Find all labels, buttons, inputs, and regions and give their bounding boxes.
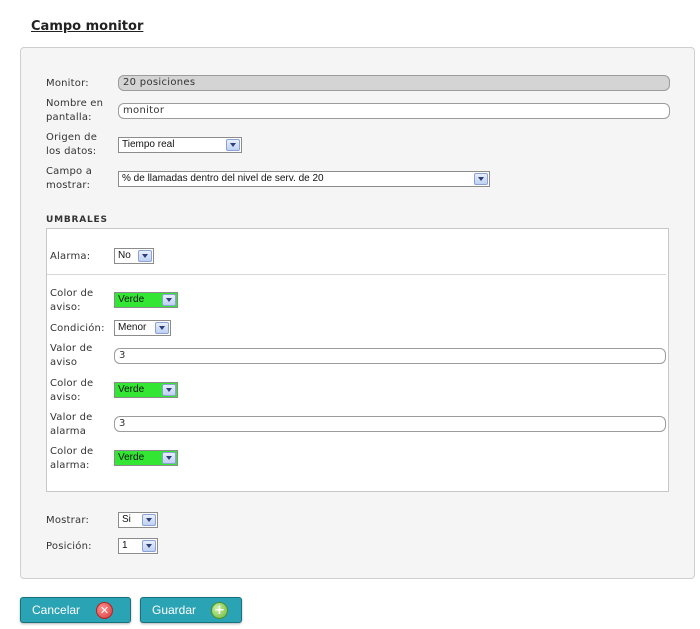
color-alarma-label-line1: Color de [50, 446, 94, 457]
chevron-down-icon[interactable] [138, 250, 152, 262]
save-button[interactable]: Guardar + [140, 597, 242, 623]
origen-select-value: Tiempo real [122, 139, 175, 150]
alarma-select[interactable]: No [114, 248, 154, 264]
color-aviso-2-label-line1: Color de [50, 378, 94, 389]
valor-aviso-label: Valor de aviso [50, 342, 92, 370]
close-circle-icon: ✕ [96, 602, 113, 619]
color-aviso-2-select-value: Verde [118, 384, 145, 395]
posicion-select-value: 1 [122, 540, 128, 551]
chevron-down-icon[interactable] [162, 294, 176, 306]
origen-select[interactable]: Tiempo real [118, 137, 242, 153]
valor-aviso-label-line2: aviso [50, 357, 78, 368]
condicion-select-value: Menor [118, 322, 147, 333]
origen-label-line1: Origen de [46, 132, 98, 143]
plus-circle-icon: + [211, 602, 228, 619]
alarma-select-value: No [118, 250, 131, 261]
monitor-label: Monitor: [46, 78, 89, 89]
nombre-label: Nombre en pantalla: [46, 97, 103, 125]
valor-alarma-label-line1: Valor de [50, 412, 93, 423]
color-aviso-1-select-value: Verde [118, 294, 145, 305]
chevron-down-icon[interactable] [226, 139, 240, 151]
valor-alarma-label: Valor de alarma [50, 411, 92, 439]
campo-select-value: % de llamadas dentro del nivel de serv. … [122, 173, 324, 184]
chevron-down-icon[interactable] [155, 322, 169, 334]
color-aviso-2-label-line2: aviso: [50, 392, 81, 403]
chevron-down-icon[interactable] [142, 514, 156, 526]
chevron-down-icon[interactable] [162, 452, 176, 464]
posicion-select[interactable]: 1 [118, 538, 158, 554]
color-alarma-label: Color de alarma: [50, 445, 93, 473]
chevron-down-icon[interactable] [162, 384, 176, 396]
chevron-down-icon[interactable] [474, 173, 488, 185]
campo-label-line1: Campo a [46, 166, 93, 177]
valor-aviso-label-line1: Valor de [50, 343, 93, 354]
monitor-field: 20 posiciones [118, 75, 670, 91]
color-alarma-select-value: Verde [118, 452, 145, 463]
divider [47, 274, 666, 275]
posicion-label: Posición: [46, 541, 92, 552]
save-button-label: Guardar [152, 603, 197, 617]
color-alarma-label-line2: alarma: [50, 460, 90, 471]
cancel-button[interactable]: Cancelar ✕ [20, 597, 131, 623]
campo-label: Campo a mostrar: [46, 165, 92, 193]
color-aviso-1-select[interactable]: Verde [114, 292, 178, 308]
origen-label: Origen de los datos: [46, 131, 97, 159]
color-aviso-2-select[interactable]: Verde [114, 382, 178, 398]
color-aviso-1-label: Color de aviso: [50, 287, 93, 315]
mostrar-select[interactable]: Si [118, 512, 158, 528]
chevron-down-icon[interactable] [142, 540, 156, 552]
valor-alarma-label-line2: alarma [50, 426, 87, 437]
color-aviso-1-label-line2: aviso: [50, 302, 81, 313]
condicion-label: Condición: [50, 323, 105, 334]
alarma-label: Alarma: [50, 251, 91, 262]
nombre-label-line2: pantalla: [46, 112, 92, 123]
color-aviso-1-label-line1: Color de [50, 288, 94, 299]
valor-alarma-input[interactable]: 3 [114, 416, 666, 432]
campo-select[interactable]: % de llamadas dentro del nivel de serv. … [118, 171, 490, 187]
page-title: Campo monitor [31, 19, 144, 34]
valor-aviso-input[interactable]: 3 [114, 348, 666, 364]
umbrales-title: UMBRALES [46, 215, 108, 225]
origen-label-line2: los datos: [46, 146, 97, 157]
mostrar-label: Mostrar: [46, 515, 90, 526]
campo-label-line2: mostrar: [46, 180, 91, 191]
cancel-button-label: Cancelar [32, 603, 81, 617]
nombre-label-line1: Nombre en [46, 98, 104, 109]
condicion-select[interactable]: Menor [114, 320, 171, 336]
color-alarma-select[interactable]: Verde [114, 450, 178, 466]
color-aviso-2-label: Color de aviso: [50, 377, 93, 405]
mostrar-select-value: Si [122, 514, 131, 525]
nombre-input[interactable]: monitor [118, 103, 670, 119]
